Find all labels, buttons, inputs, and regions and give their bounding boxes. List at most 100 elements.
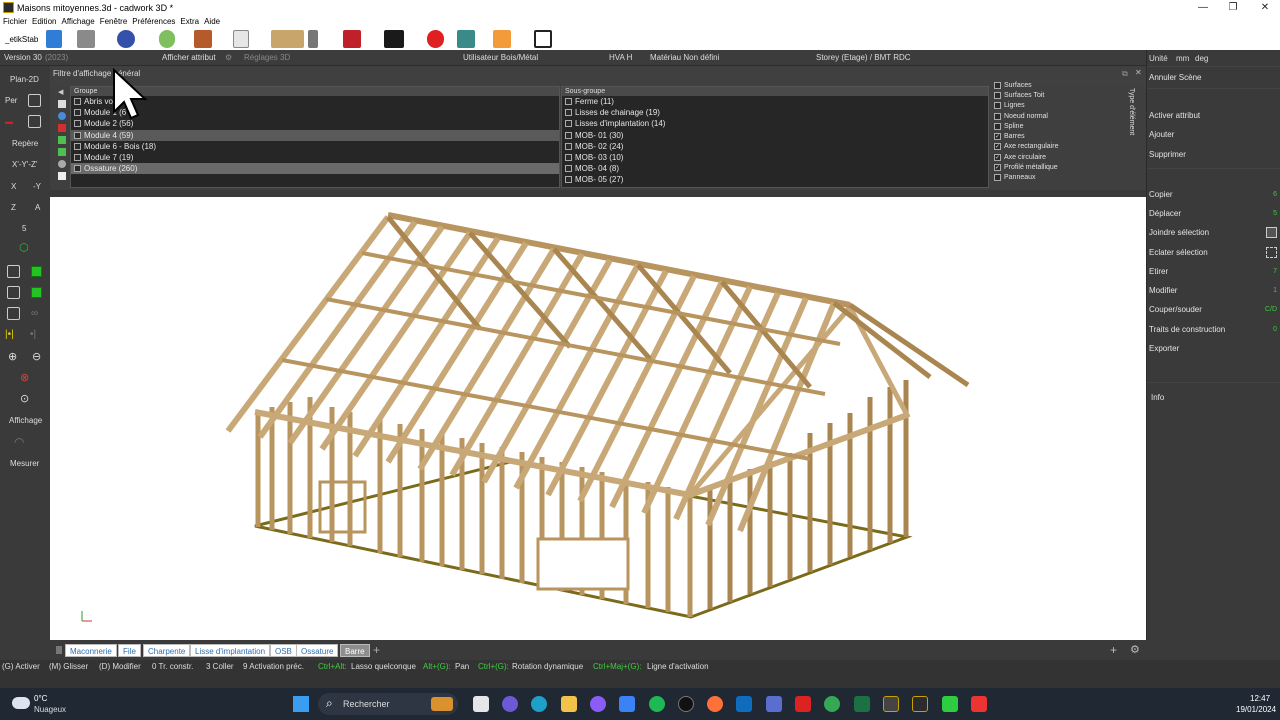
zoom-in-icon[interactable]: ⊕ <box>8 350 17 363</box>
list-item[interactable]: MOB- 03 (10) <box>562 152 988 163</box>
list-item[interactable]: ✓ Barres <box>994 131 1124 141</box>
plugin-g-icon[interactable] <box>271 30 304 48</box>
checkbox[interactable] <box>565 98 572 106</box>
affichage-button[interactable]: Affichage <box>9 416 42 425</box>
checkbox[interactable] <box>994 174 1001 182</box>
list-item[interactable]: Module 7 (19) <box>71 152 559 163</box>
plugin-h-icon[interactable] <box>308 30 318 48</box>
activer-attribut-button[interactable]: Activer attribut <box>1149 107 1279 125</box>
checkbox[interactable] <box>994 102 1001 110</box>
plugin-j-icon[interactable] <box>384 30 404 48</box>
joindre-selection-button[interactable]: Joindre sélection <box>1149 224 1279 242</box>
arrow-right-green-icon[interactable] <box>58 136 66 144</box>
gear-small-icon[interactable] <box>58 160 66 168</box>
add-icon[interactable]: + <box>1110 643 1117 657</box>
info-button[interactable]: Info <box>1151 389 1280 407</box>
list-item[interactable]: Lisses d'implantation (14) <box>562 118 988 129</box>
media-icon[interactable] <box>590 696 606 712</box>
network-app-icon[interactable] <box>766 696 782 712</box>
pin-icon[interactable]: ⧉ <box>1122 69 1128 79</box>
mesurer-button[interactable]: Mesurer <box>10 459 39 468</box>
list-item[interactable]: Lignes <box>994 101 1124 111</box>
tab-ossature[interactable]: Ossature <box>296 644 339 657</box>
list-item[interactable]: Surfaces Toit <box>994 90 1124 100</box>
neg-y-button[interactable]: -Y <box>33 182 41 191</box>
tab-barre[interactable]: Barre <box>340 644 370 657</box>
hva-label[interactable]: HVA H <box>609 53 632 62</box>
list-item[interactable]: ✓ Axe rectangulaire <box>994 142 1124 152</box>
annuler-scene-button[interactable]: Annuler Scène <box>1149 69 1279 87</box>
axis-green-icon[interactable]: ⬡ <box>19 243 30 254</box>
settings-gear-icon[interactable]: ⚙ <box>1130 643 1140 656</box>
checkbox[interactable] <box>565 154 572 162</box>
repere-button[interactable]: Repère <box>12 139 38 148</box>
list-item[interactable]: ✓ Profilé métallique <box>994 162 1124 172</box>
tab-lisse-implantation[interactable]: Lisse d'implantation <box>190 644 271 657</box>
list-item[interactable]: Ferme (11) <box>562 96 988 107</box>
checkbox-checked[interactable]: ✓ <box>994 153 1001 161</box>
tab-charpente[interactable]: Charpente <box>143 644 191 657</box>
list-item[interactable]: MOB- 01 (30) <box>562 130 988 141</box>
checkbox-checked[interactable]: ✓ <box>994 143 1001 151</box>
list-item[interactable]: Surfaces <box>994 80 1124 90</box>
taskbar-search[interactable]: ⌕ Rechercher <box>318 693 458 715</box>
collapse-arrow-icon[interactable]: ◀ <box>58 88 63 96</box>
red-app-icon[interactable] <box>971 696 987 712</box>
menu-affichage[interactable]: Affichage <box>61 17 94 26</box>
checkbox[interactable] <box>74 165 81 173</box>
green-app-icon[interactable] <box>942 696 958 712</box>
a-button[interactable]: A <box>35 203 40 212</box>
plugin-n-icon[interactable] <box>534 30 552 48</box>
plugin-f-icon[interactable] <box>233 30 249 48</box>
arrow-left-green-icon[interactable] <box>58 148 66 156</box>
tab-scroll-icon[interactable] <box>56 646 62 654</box>
list-item[interactable]: Lisses de chainage (19) <box>562 107 988 118</box>
list-item[interactable]: Panneaux <box>994 173 1124 183</box>
modifier-button[interactable]: Modifier 1 <box>1149 282 1279 300</box>
list-item[interactable]: Noeud normal <box>994 111 1124 121</box>
gauge-icon[interactable]: ◠ <box>14 435 24 449</box>
link-icon[interactable]: ∞ <box>31 308 38 319</box>
filter-close-icon[interactable]: ✕ <box>1135 68 1142 77</box>
x-button[interactable]: X <box>11 182 16 191</box>
tab-maconnerie[interactable]: Maconnerie <box>65 644 117 657</box>
zoom-out-icon[interactable]: ⊖ <box>32 350 41 363</box>
teams-icon[interactable] <box>502 696 518 712</box>
checkbox[interactable] <box>565 176 572 184</box>
eclater-selection-button[interactable]: Eclater sélection <box>1149 244 1279 262</box>
spotify-icon[interactable] <box>649 696 665 712</box>
list-item[interactable]: MOB- 02 (24) <box>562 141 988 152</box>
etirer-button[interactable]: Etirer 7 <box>1149 263 1279 281</box>
minimize-button[interactable]: — <box>1188 0 1218 15</box>
cloud-weather-icon[interactable] <box>12 697 30 709</box>
copier-button[interactable]: Copier 6 <box>1149 186 1279 204</box>
utilisateur-label[interactable]: Utilisateur Bois/Métal <box>463 53 538 62</box>
ajouter-button[interactable]: Ajouter <box>1149 126 1279 144</box>
menu-edition[interactable]: Edition <box>32 17 56 26</box>
plugin-b-icon[interactable] <box>77 30 95 48</box>
file-explorer-icon[interactable] <box>561 696 577 712</box>
checkbox[interactable] <box>565 142 572 150</box>
xyz-button[interactable]: X'-Y'-Z' <box>12 160 37 169</box>
checkbox-checked[interactable]: ✓ <box>994 164 1001 172</box>
checkbox[interactable] <box>565 131 572 139</box>
traits-construction-button[interactable]: Traits de construction 0 <box>1149 321 1279 339</box>
storey-label[interactable]: Storey (Etage) / BMT RDC <box>816 53 911 62</box>
checkbox[interactable] <box>74 98 81 106</box>
menu-extra[interactable]: Extra <box>180 17 199 26</box>
checkbox[interactable] <box>994 91 1001 99</box>
document-icon[interactable] <box>58 172 66 180</box>
deplacer-button[interactable]: Déplacer 5 <box>1149 205 1279 223</box>
couper-souder-button[interactable]: Couper/souder C/D <box>1149 301 1279 319</box>
maximize-button[interactable]: ❐ <box>1218 0 1248 15</box>
plugin-i-icon[interactable] <box>343 30 361 48</box>
edge-icon[interactable] <box>531 696 547 712</box>
task-view-icon[interactable] <box>473 696 489 712</box>
globe-icon[interactable] <box>58 112 66 120</box>
green-solid-icon-2[interactable] <box>31 287 42 298</box>
unit-length-button[interactable]: mm <box>1176 54 1189 63</box>
green-solid-icon[interactable] <box>31 266 42 277</box>
zoom-all-icon[interactable]: ⊙ <box>20 392 29 405</box>
z-button[interactable]: Z <box>11 203 16 212</box>
plugin-d-icon[interactable] <box>159 30 175 48</box>
